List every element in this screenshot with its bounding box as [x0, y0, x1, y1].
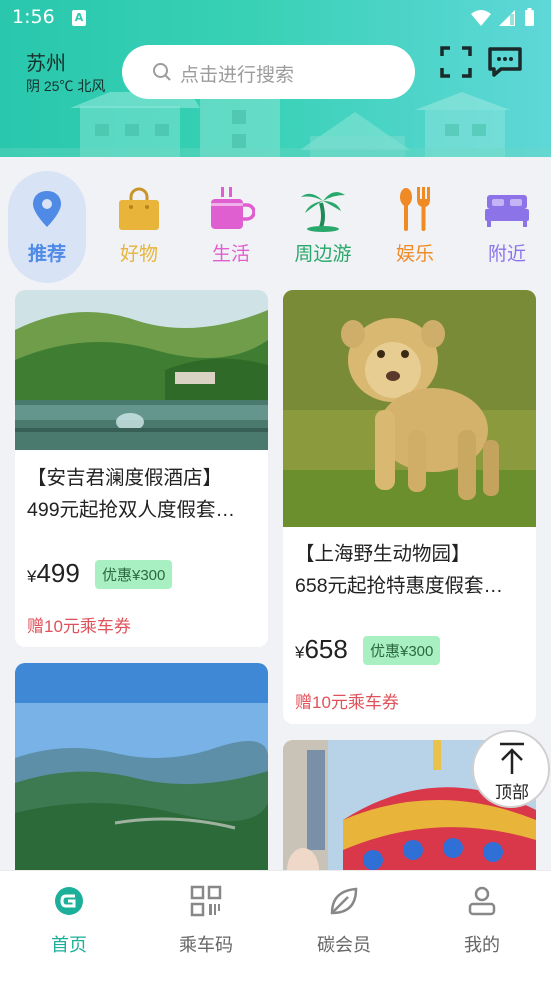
category-label: 推荐	[27, 244, 66, 265]
status-bar: 1:56 A	[0, 0, 551, 36]
nav-label: 碳会员	[317, 935, 371, 955]
coffee-cup-icon	[211, 187, 255, 229]
city-name[interactable]: 苏州	[26, 47, 66, 76]
person-icon	[468, 886, 496, 916]
lion-cub-photo	[283, 290, 536, 527]
message-icon[interactable]	[487, 46, 523, 78]
skyline-illustration	[0, 92, 551, 157]
category-label: 娱乐	[395, 244, 434, 265]
promo-text: 赠10元乘车券	[27, 617, 131, 636]
shopping-bag-icon	[119, 187, 159, 230]
discount-badge: 优惠¥300	[363, 636, 441, 665]
category-label: 附近	[487, 244, 526, 265]
discount-badge: 优惠¥300	[95, 560, 173, 589]
nav-ride-code[interactable]: 乘车码	[156, 885, 256, 965]
category-nearby-tour[interactable]: 周边游	[284, 171, 362, 283]
scan-icon[interactable]	[440, 46, 472, 78]
promo-text: 赠10元乘车券	[295, 693, 399, 712]
category-bar: 推荐 好物 生活 周边游 娱乐 附近	[0, 157, 551, 285]
product-price: ¥499	[27, 558, 80, 588]
header: 1:56 A 苏州 阴 25℃ 北风 点击进行搜索	[0, 0, 551, 157]
search-icon	[153, 63, 171, 81]
product-title: 【安吉君澜度假酒店】	[27, 467, 223, 489]
wifi-icon	[471, 10, 491, 26]
arrow-up-icon	[500, 742, 524, 774]
product-card[interactable]: 【上海野生动物园】 658元起抢特惠度假套… ¥658 优惠¥300 赠10元乘…	[283, 290, 536, 724]
bottom-navigation: 首页 乘车码 碳会员 我的	[0, 870, 551, 981]
product-title: 【上海野生动物园】	[295, 543, 471, 565]
notification-icon: A	[72, 10, 86, 26]
utensils-icon	[400, 187, 430, 231]
search-bar[interactable]: 点击进行搜索	[122, 45, 415, 99]
bed-icon	[485, 195, 529, 227]
category-label: 周边游	[294, 244, 352, 265]
system-status-icons	[471, 8, 534, 26]
product-feed: 【安吉君澜度假酒店】 499元起抢双人度假套… ¥499 优惠¥300 赠10元…	[0, 285, 551, 870]
leaf-icon	[330, 887, 358, 915]
back-to-top-label: 顶部	[495, 783, 529, 802]
qr-code-icon	[190, 885, 222, 917]
home-logo-icon	[55, 887, 83, 915]
category-entertainment[interactable]: 娱乐	[376, 171, 454, 283]
nav-mine[interactable]: 我的	[432, 885, 532, 965]
category-goods[interactable]: 好物	[100, 171, 178, 283]
nav-carbon-member[interactable]: 碳会员	[294, 885, 394, 965]
status-time: 1:56	[12, 6, 55, 28]
nav-label: 乘车码	[179, 935, 233, 955]
category-label: 生活	[211, 244, 250, 265]
weather-info: 阴 25℃ 北风	[26, 78, 106, 94]
category-nearby[interactable]: 附近	[468, 171, 546, 283]
hot-spring-mountain-photo	[15, 290, 268, 450]
signal-icon	[499, 10, 515, 26]
palm-tree-icon	[301, 192, 345, 232]
category-life[interactable]: 生活	[192, 171, 270, 283]
search-placeholder: 点击进行搜索	[180, 65, 295, 86]
nav-label: 首页	[51, 935, 87, 955]
nav-home[interactable]: 首页	[19, 885, 119, 965]
product-price: ¥658	[295, 634, 348, 664]
category-recommend[interactable]: 推荐	[8, 171, 86, 283]
product-card[interactable]: 【安吉君澜度假酒店】 499元起抢双人度假套… ¥499 优惠¥300 赠10元…	[15, 290, 268, 647]
back-to-top-button[interactable]: 顶部	[472, 730, 550, 808]
product-subtitle: 658元起抢特惠度假套…	[295, 575, 504, 597]
location-pin-icon	[33, 191, 61, 227]
category-label: 好物	[119, 244, 158, 265]
mountain-valley-photo	[15, 663, 268, 870]
nav-label: 我的	[464, 935, 500, 955]
product-subtitle: 499元起抢双人度假套…	[27, 499, 236, 521]
product-card[interactable]	[15, 663, 268, 870]
battery-icon	[525, 8, 534, 26]
